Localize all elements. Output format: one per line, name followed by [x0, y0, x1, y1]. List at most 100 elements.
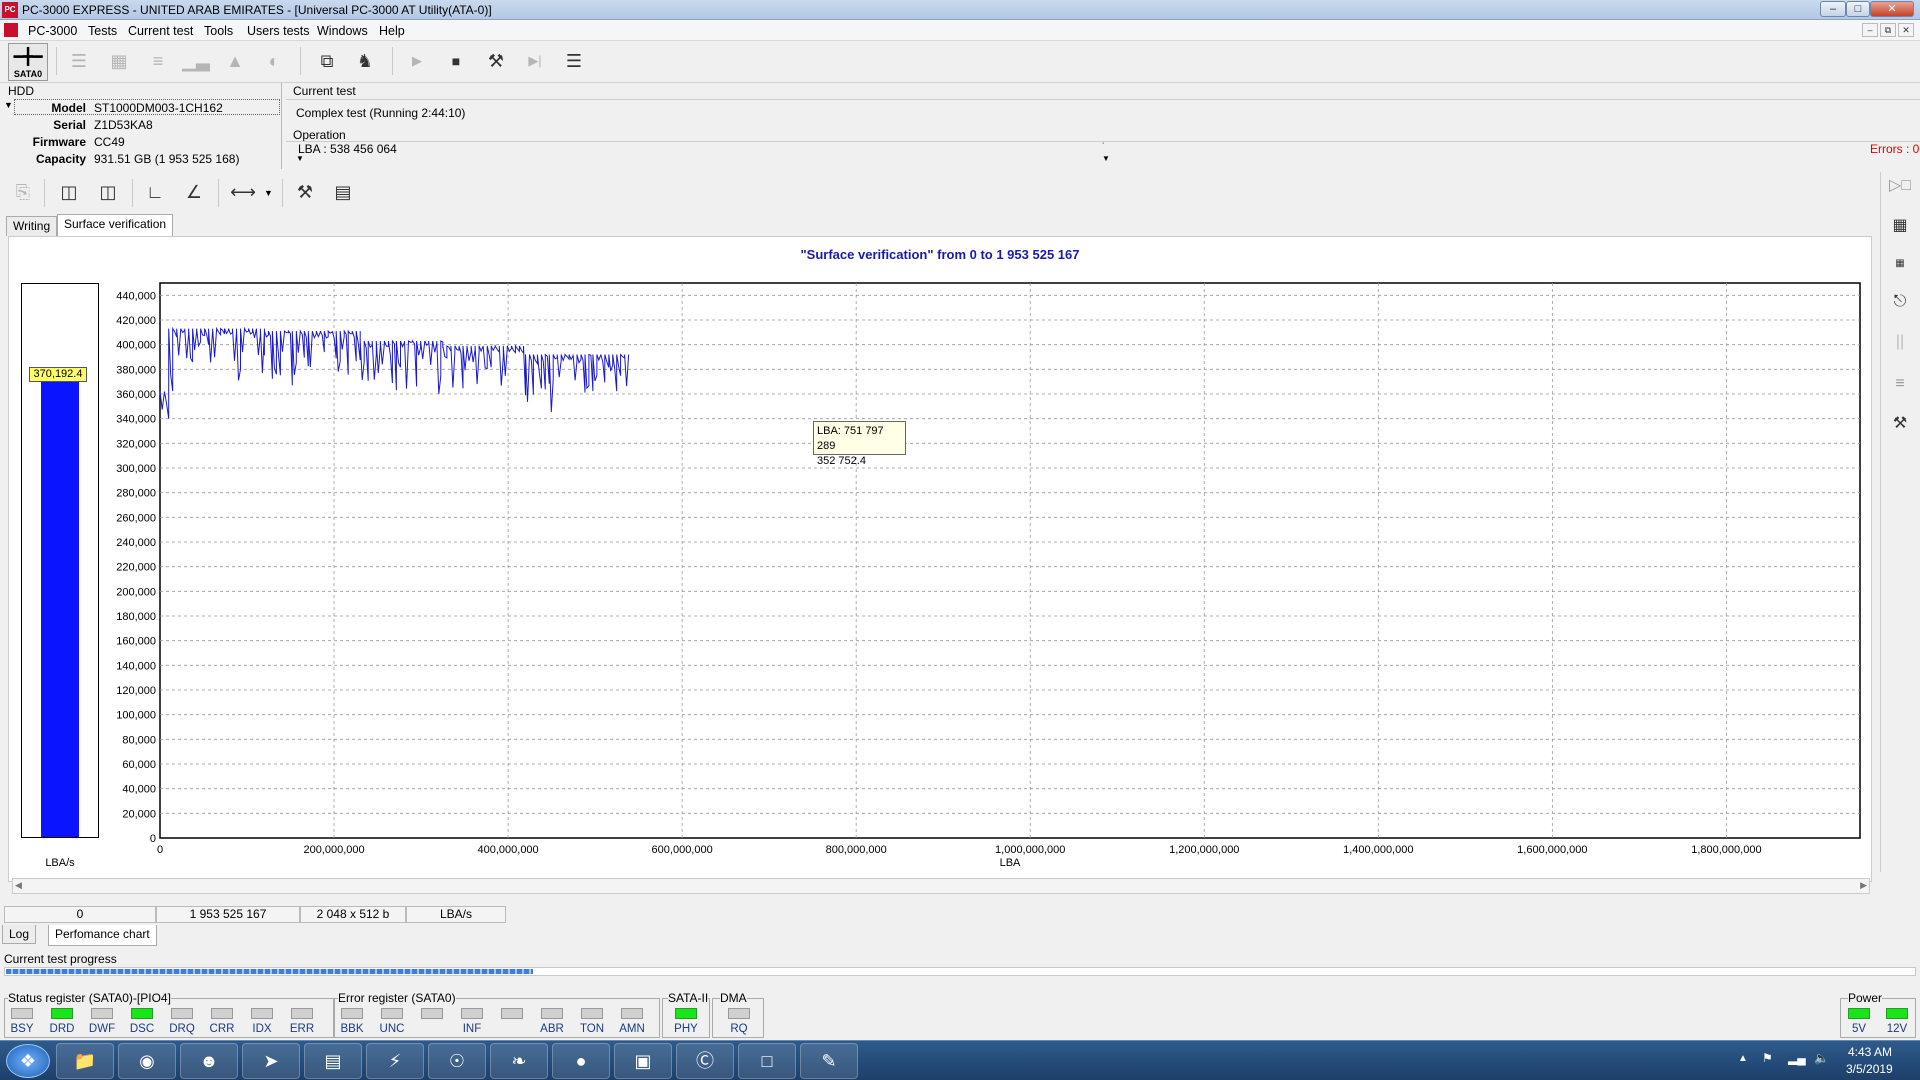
volume-icon[interactable]: 🔈 [1814, 1051, 1829, 1065]
log-list-icon[interactable]: ☰ [559, 46, 589, 76]
menu-tools[interactable]: Tools [204, 24, 233, 38]
chart-scrollbar[interactable]: ◀ ▶ [12, 878, 1870, 894]
menu-windows[interactable]: Windows [317, 24, 368, 38]
monitor-icon[interactable]: ▣ [614, 1043, 672, 1079]
led-label: TON [579, 1023, 605, 1035]
mrt-icon[interactable]: ☉ [428, 1043, 486, 1079]
close-icon[interactable]: ✕ [1870, 1, 1914, 17]
sata0-port-button[interactable]: ━╋━ SATA0 [8, 43, 48, 81]
speed-gauge-fill [41, 382, 79, 837]
user-tests-icon[interactable]: ♞ [350, 46, 380, 76]
pause-icon[interactable]: || [1886, 328, 1914, 356]
tools-right-icon[interactable]: ⚒ [1886, 410, 1914, 438]
start-button[interactable]: ❖ [6, 1044, 50, 1078]
clock-date[interactable]: 3/5/2019 [1846, 1062, 1893, 1076]
tray-expand-icon[interactable]: ▲ [1738, 1053, 1748, 1064]
maximize-icon[interactable]: □ [1846, 1, 1870, 17]
tab-writing[interactable]: Writing [6, 216, 58, 236]
disk-icon[interactable]: ◐ [259, 46, 289, 76]
scroll-right-icon[interactable]: ▶ [1860, 880, 1867, 891]
menu-pc3000[interactable]: PC-3000 [28, 24, 77, 38]
serial-label: Serial [53, 118, 86, 132]
y-tick-label: 440,000 [116, 290, 156, 302]
clock-time[interactable]: 4:43 AM [1848, 1045, 1892, 1059]
drive-icon[interactable]: ▦ [104, 46, 134, 76]
led-unc [381, 1008, 403, 1019]
skip-icon[interactable]: ▶| [520, 46, 550, 76]
telegram-icon[interactable]: ➤ [242, 1043, 300, 1079]
menu-users-tests[interactable]: Users tests [247, 24, 310, 38]
tab-surface-verification[interactable]: Surface verification [57, 214, 174, 236]
operation-dropdown-icon[interactable]: ▼ [296, 154, 304, 163]
y-tick-label: 340,000 [116, 414, 156, 426]
tools-icon[interactable]: ⚒ [481, 46, 511, 76]
heads-icon[interactable]: ☰ [64, 46, 94, 76]
test-progress-bar [4, 967, 1916, 976]
range-dropdown-icon[interactable]: ▼ [264, 188, 273, 198]
x-tick-label: 200,000,000 [303, 844, 364, 856]
range-icon[interactable]: ⟷ [228, 177, 258, 207]
toolbar-separator [282, 179, 283, 207]
operation-scroll-up-icon[interactable]: ˙ [1102, 142, 1105, 153]
network-icon[interactable]: ▂▄ [1788, 1051, 1806, 1065]
chart-icon[interactable]: ▁▃ [181, 46, 211, 76]
menu-current-test[interactable]: Current test [128, 24, 193, 38]
play-icon[interactable]: ▶ [402, 46, 432, 76]
pc3000-icon[interactable]: ⚡ [366, 1043, 424, 1079]
x-tick-label: 0 [157, 844, 163, 856]
tab-performance-chart[interactable]: Perfomance chart [48, 925, 157, 946]
disk-icon[interactable]: ● [552, 1043, 610, 1079]
led-dsc [131, 1008, 153, 1019]
list-icon[interactable]: ≡ [143, 46, 173, 76]
status-block: 2 048 x 512 b [300, 906, 406, 923]
reset-icon[interactable]: ▦ [1886, 250, 1914, 278]
scroll-left-icon[interactable]: ◀ [15, 880, 22, 891]
qq-icon[interactable]: ☻ [180, 1043, 238, 1079]
mdi-icon[interactable] [4, 23, 18, 37]
right-toolbar: ▷□ ▦ ▦ ⎋ || ≡ ⚒ [1880, 172, 1920, 872]
pc-board-icon[interactable]: ▦ [1886, 212, 1914, 240]
menu-tests[interactable]: Tests [88, 24, 117, 38]
app-icon[interactable]: PC [2, 2, 18, 18]
tool-icon[interactable]: ❧ [490, 1043, 548, 1079]
folder-icon[interactable]: 📁 [56, 1043, 114, 1079]
led-err [291, 1008, 313, 1019]
firmware-label: Firmware [32, 135, 86, 149]
current-test-box [286, 99, 1920, 126]
notepad-icon[interactable]: ▤ [304, 1043, 362, 1079]
y-tick-label: 260,000 [116, 512, 156, 524]
open-icon[interactable]: ◫ [54, 177, 84, 207]
usb-icon[interactable]: ⎋ [1886, 288, 1914, 316]
mdi-restore-icon[interactable]: ⧉ [1880, 23, 1896, 37]
current-test-panel: Current test Complex test (Running 2:44:… [286, 83, 1920, 127]
window-icon[interactable]: □ [738, 1043, 796, 1079]
chrome-icon[interactable]: ◉ [118, 1043, 176, 1079]
x-tick-label: 1,200,000,000 [1169, 844, 1239, 856]
right-toolbar-border [1880, 172, 1881, 872]
title-bar: PC PC-3000 EXPRESS - UNITED ARAB EMIRATE… [0, 0, 1920, 20]
tab-log[interactable]: Log [2, 925, 37, 944]
save-icon[interactable]: ◫ [93, 177, 123, 207]
flag-icon[interactable]: ⚑ [1762, 1051, 1773, 1065]
paint-icon[interactable]: ✎ [800, 1043, 858, 1079]
copy-icon[interactable]: ⧉ [312, 46, 342, 76]
mdi-close-icon[interactable]: ✕ [1898, 23, 1914, 37]
stop-icon[interactable]: ■ [441, 46, 471, 76]
list-down-icon[interactable]: ≡ [1886, 370, 1914, 398]
power-off-icon[interactable]: ▷□ [1886, 172, 1914, 200]
led-label: PHY [674, 1023, 698, 1035]
export-icon[interactable]: ⎘ [8, 177, 38, 207]
menu-help[interactable]: Help [379, 24, 405, 38]
toolbar-separator [392, 47, 393, 75]
graph-type-icon[interactable]: ∟ [140, 177, 170, 207]
graph-slope-icon[interactable]: ∠ [179, 177, 209, 207]
flask-icon[interactable]: ▲ [220, 46, 250, 76]
settings-tools-icon[interactable]: ⚒ [290, 177, 320, 207]
performance-chart[interactable]: 0 20,000 40,000 60,000 80,000 100,000 120,000 1… [100, 278, 1870, 878]
error-register-title: Error register (SATA0) [338, 991, 456, 1005]
operation-scroll-down-icon[interactable]: ▼ [1102, 154, 1110, 163]
minimize-icon[interactable]: – [1820, 1, 1846, 17]
mdi-minimize-icon[interactable]: – [1862, 23, 1878, 37]
report-icon[interactable]: ▤ [328, 177, 358, 207]
skype-icon[interactable]: Ⓒ [676, 1043, 734, 1079]
